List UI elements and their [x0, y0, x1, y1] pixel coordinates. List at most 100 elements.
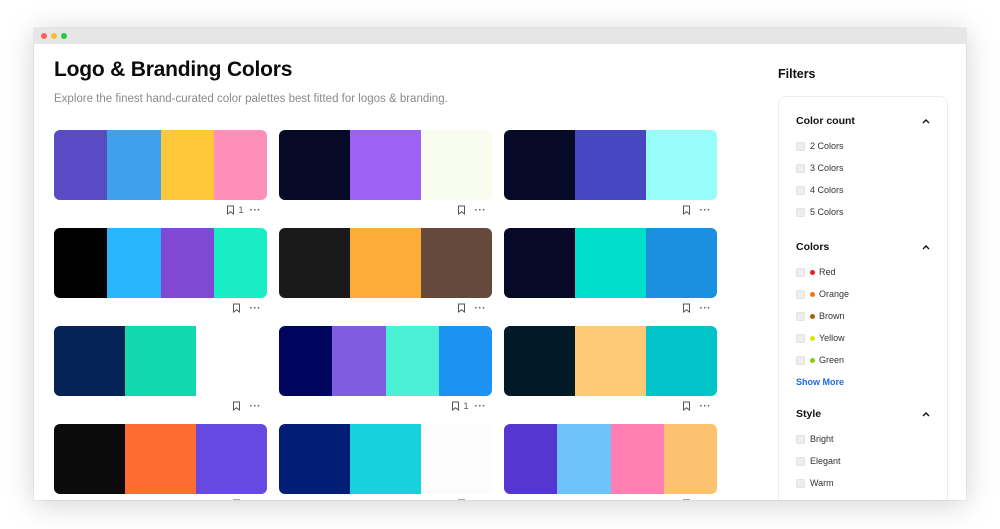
more-horizontal-icon[interactable]: ··· — [700, 401, 712, 412]
bookmark-button[interactable] — [682, 303, 694, 313]
color-swatch[interactable] — [421, 228, 492, 298]
checkbox[interactable] — [796, 355, 805, 365]
checkbox[interactable] — [796, 289, 805, 299]
more-horizontal-icon[interactable]: ··· — [700, 303, 712, 314]
color-swatch[interactable] — [557, 424, 611, 494]
color-swatch[interactable] — [350, 130, 421, 200]
show-more-link[interactable]: Show More — [796, 377, 844, 387]
color-swatch[interactable] — [279, 228, 350, 298]
color-swatch[interactable] — [350, 424, 421, 494]
color-swatch[interactable] — [421, 424, 492, 494]
bookmark-button[interactable]: 1 — [451, 401, 469, 411]
more-horizontal-icon[interactable]: ··· — [250, 499, 262, 501]
bookmark-button[interactable] — [232, 499, 244, 500]
more-horizontal-icon[interactable]: ··· — [250, 303, 262, 314]
filter-option[interactable]: Yellow — [796, 327, 930, 349]
bookmark-button[interactable] — [682, 401, 694, 411]
color-swatch[interactable] — [332, 326, 386, 396]
checkbox[interactable] — [796, 434, 805, 444]
bookmark-button[interactable]: 1 — [226, 205, 244, 215]
color-swatch[interactable] — [350, 228, 421, 298]
more-horizontal-icon[interactable]: ··· — [700, 499, 712, 501]
color-swatch[interactable] — [107, 130, 161, 200]
filter-option[interactable]: 3 Colors — [796, 157, 930, 179]
filter-option[interactable]: 4 Colors — [796, 179, 930, 201]
color-swatch[interactable] — [575, 228, 646, 298]
palette-swatches[interactable] — [504, 326, 717, 396]
bookmark-button[interactable] — [457, 303, 469, 313]
bookmark-button[interactable] — [457, 499, 469, 500]
color-swatch[interactable] — [279, 424, 350, 494]
palette-swatches[interactable] — [54, 130, 267, 200]
filter-option[interactable]: 5 Colors — [796, 201, 930, 223]
color-swatch[interactable] — [196, 424, 267, 494]
filter-option[interactable]: Warm — [796, 472, 930, 494]
color-swatch[interactable] — [160, 228, 214, 298]
color-swatch[interactable] — [610, 424, 664, 494]
color-swatch[interactable] — [504, 130, 575, 200]
more-horizontal-icon[interactable]: ··· — [475, 205, 487, 216]
color-swatch[interactable] — [504, 424, 558, 494]
palette-swatches[interactable] — [279, 228, 492, 298]
more-horizontal-icon[interactable]: ··· — [475, 499, 487, 501]
bookmark-button[interactable] — [232, 401, 244, 411]
filter-option[interactable]: Bright — [796, 428, 930, 450]
palette-swatches[interactable] — [279, 326, 492, 396]
color-swatch[interactable] — [504, 228, 575, 298]
filter-section-toggle[interactable]: Colors — [796, 241, 930, 253]
filter-option[interactable]: 2 Colors — [796, 135, 930, 157]
bookmark-button[interactable] — [682, 499, 694, 500]
checkbox[interactable] — [796, 185, 805, 195]
palette-swatches[interactable] — [54, 326, 267, 396]
more-horizontal-icon[interactable]: ··· — [250, 401, 262, 412]
palette-swatches[interactable] — [54, 424, 267, 494]
checkbox[interactable] — [796, 456, 805, 466]
color-swatch[interactable] — [125, 326, 196, 396]
filter-option[interactable]: Playful — [796, 494, 930, 500]
checkbox[interactable] — [796, 163, 805, 173]
filter-option[interactable]: Green — [796, 349, 930, 371]
bookmark-button[interactable] — [232, 303, 244, 313]
color-swatch[interactable] — [575, 130, 646, 200]
color-swatch[interactable] — [125, 424, 196, 494]
checkbox[interactable] — [796, 478, 805, 488]
more-horizontal-icon[interactable]: ··· — [700, 205, 712, 216]
filter-option[interactable]: Elegant — [796, 450, 930, 472]
color-swatch[interactable] — [54, 228, 108, 298]
color-swatch[interactable] — [213, 130, 267, 200]
color-swatch[interactable] — [54, 130, 108, 200]
filter-section-toggle[interactable]: Style — [796, 408, 930, 420]
color-swatch[interactable] — [213, 228, 267, 298]
close-window-button[interactable] — [41, 33, 47, 39]
color-swatch[interactable] — [279, 326, 333, 396]
more-horizontal-icon[interactable]: ··· — [475, 303, 487, 314]
filter-option[interactable]: Red — [796, 261, 930, 283]
palette-swatches[interactable] — [279, 130, 492, 200]
more-horizontal-icon[interactable]: ··· — [475, 401, 487, 412]
checkbox[interactable] — [796, 311, 805, 321]
color-swatch[interactable] — [646, 130, 717, 200]
palette-swatches[interactable] — [504, 424, 717, 494]
palette-swatches[interactable] — [504, 130, 717, 200]
filter-option[interactable]: Brown — [796, 305, 930, 327]
palette-swatches[interactable] — [54, 228, 267, 298]
color-swatch[interactable] — [54, 424, 125, 494]
checkbox[interactable] — [796, 333, 805, 343]
color-swatch[interactable] — [663, 424, 717, 494]
bookmark-button[interactable] — [682, 205, 694, 215]
color-swatch[interactable] — [160, 130, 214, 200]
color-swatch[interactable] — [575, 326, 646, 396]
maximize-window-button[interactable] — [61, 33, 67, 39]
filter-section-toggle[interactable]: Color count — [796, 115, 930, 127]
checkbox[interactable] — [796, 267, 805, 277]
color-swatch[interactable] — [107, 228, 161, 298]
minimize-window-button[interactable] — [51, 33, 57, 39]
color-swatch[interactable] — [646, 228, 717, 298]
palette-swatches[interactable] — [504, 228, 717, 298]
checkbox[interactable] — [796, 207, 805, 217]
color-swatch[interactable] — [646, 326, 717, 396]
palette-swatches[interactable] — [279, 424, 492, 494]
color-swatch[interactable] — [279, 130, 350, 200]
color-swatch[interactable] — [385, 326, 439, 396]
color-swatch[interactable] — [421, 130, 492, 200]
